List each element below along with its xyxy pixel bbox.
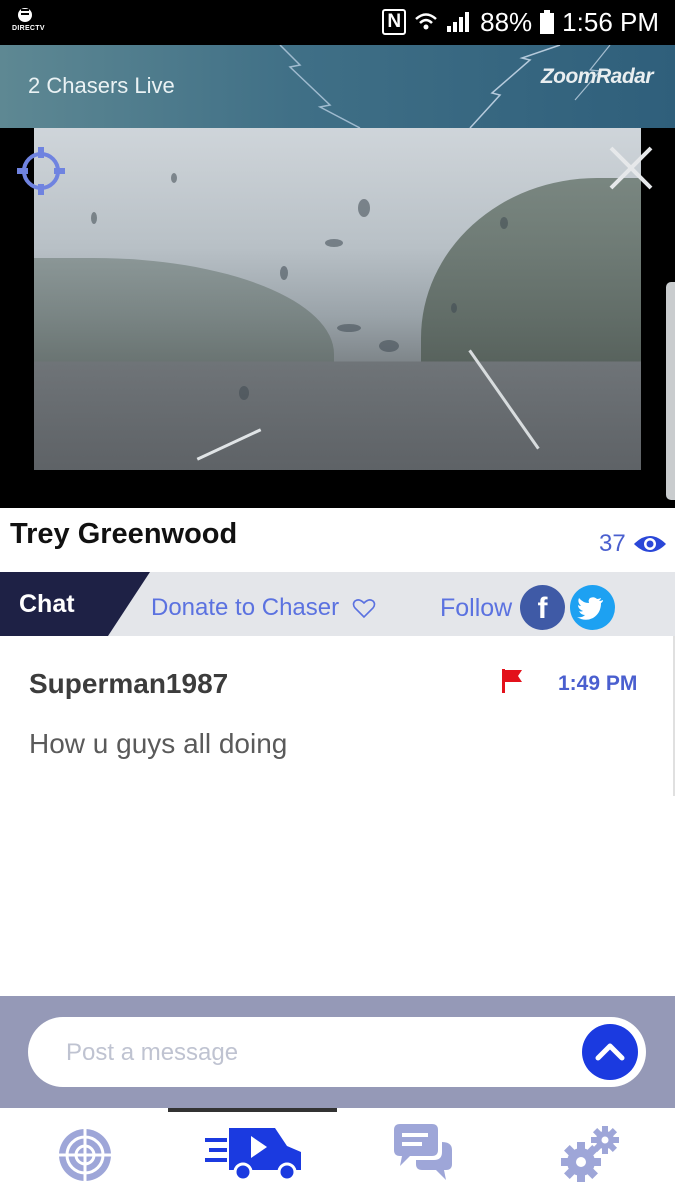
- follow-label: Follow: [440, 594, 513, 622]
- wifi-icon: [415, 13, 437, 30]
- carrier-globe-icon: [18, 8, 32, 22]
- chat-bubbles-icon: [394, 1124, 452, 1180]
- tab-chat-label[interactable]: Chat: [19, 590, 75, 619]
- twitter-icon[interactable]: [570, 585, 615, 630]
- active-tab-indicator: [168, 1108, 337, 1112]
- zoomradar-logo: ZoomRadar: [540, 65, 654, 88]
- carrier-logo: DIRECTV: [12, 6, 45, 38]
- nav-chasers[interactable]: [205, 1120, 305, 1190]
- status-bar: DIRECTV N 88% 1:56 PM: [0, 0, 675, 45]
- nav-chat[interactable]: [388, 1120, 458, 1190]
- nav-settings[interactable]: [555, 1120, 625, 1190]
- scroll-handle[interactable]: [666, 282, 675, 500]
- facebook-icon[interactable]: f: [520, 585, 565, 630]
- message-time: 1:49 PM: [558, 672, 638, 695]
- viewer-count: 37: [599, 530, 626, 557]
- chaser-van-icon: [205, 1128, 301, 1182]
- eye-icon: [634, 536, 666, 552]
- nav-radar[interactable]: [50, 1120, 120, 1190]
- signal-icon: [447, 12, 470, 32]
- chaser-name: Trey Greenwood: [10, 518, 238, 550]
- video-player[interactable]: [0, 128, 675, 508]
- chasers-live-count: 2 Chasers Live: [28, 73, 175, 98]
- message-username[interactable]: Superman1987: [29, 668, 228, 700]
- message-text: How u guys all doing: [29, 728, 288, 759]
- send-button[interactable]: [582, 1024, 638, 1080]
- close-icon[interactable]: [607, 144, 655, 192]
- battery-percent: 88%: [480, 6, 533, 37]
- heart-icon[interactable]: [352, 597, 376, 619]
- chaser-info-row: Trey Greenwood 37: [0, 508, 675, 572]
- settings-gears-icon: [561, 1126, 619, 1182]
- raindrops-overlay: [91, 173, 508, 400]
- donate-to-chaser-link[interactable]: Donate to Chaser: [151, 594, 339, 622]
- message-input[interactable]: [66, 1038, 546, 1068]
- battery-icon: [540, 10, 555, 34]
- radar-target-icon: [59, 1129, 111, 1181]
- flag-icon[interactable]: [500, 668, 524, 694]
- clock: 1:56 PM: [562, 6, 659, 37]
- chevron-up-icon: [595, 1043, 625, 1061]
- live-video-frame[interactable]: [34, 128, 641, 470]
- status-indicators: N 88% 1:56 PM: [382, 6, 659, 38]
- app-header: 2 Chasers Live ZoomRadar: [0, 45, 675, 128]
- locate-crosshair-icon[interactable]: [16, 146, 66, 196]
- nfc-icon: N: [382, 9, 407, 35]
- carrier-label: DIRECTV: [12, 25, 45, 32]
